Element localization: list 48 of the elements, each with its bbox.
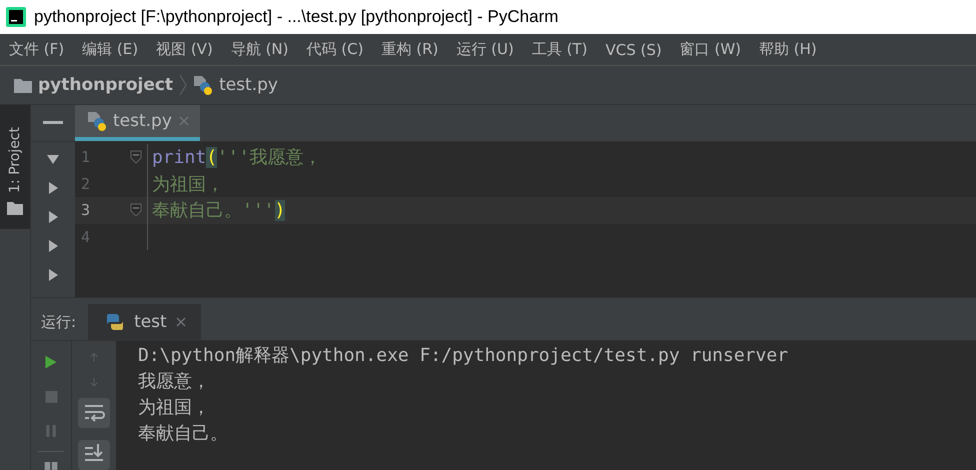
- editor-tab[interactable]: test.py: [75, 105, 200, 141]
- fold-icon[interactable]: [130, 150, 142, 164]
- breadcrumb-item[interactable]: pythonproject: [38, 75, 174, 95]
- menu-item[interactable]: 视图 (V): [156, 40, 213, 59]
- folder-icon: [7, 201, 23, 215]
- menu-item[interactable]: 代码 (C): [306, 40, 364, 59]
- run-tab[interactable]: test: [88, 304, 201, 340]
- line-number: 1: [80, 148, 92, 166]
- menu-item[interactable]: 导航 (N): [230, 40, 288, 59]
- fold-icon[interactable]: [130, 203, 142, 218]
- menu-item[interactable]: 运行 (U): [456, 40, 514, 59]
- tree-arrow-icon[interactable]: [46, 268, 60, 282]
- app-logo-icon: [6, 7, 26, 27]
- collapse-icon[interactable]: [43, 121, 63, 125]
- window-title: pythonproject [F:\pythonproject] - ...\test.py [pythonproject] - PyCharm: [34, 7, 558, 27]
- menu-item[interactable]: 窗口 (W): [680, 40, 742, 59]
- console-line: 为祖国，: [138, 396, 211, 420]
- console-line: 奉献自己。: [138, 422, 229, 446]
- tree-arrow-icon[interactable]: [46, 152, 60, 166]
- menu-item[interactable]: 文件 (F): [9, 40, 64, 59]
- python-file-icon: [193, 75, 214, 95]
- run-icon[interactable]: [43, 355, 59, 370]
- console-line: 我愿意，: [138, 370, 211, 394]
- code-line: 为祖国，: [152, 172, 224, 196]
- menu-item[interactable]: 重构 (R): [381, 40, 438, 59]
- line-number: 4: [80, 228, 92, 246]
- run-label: 运行:: [40, 312, 78, 332]
- line-number: 2: [80, 174, 92, 193]
- chevron-icon: [179, 74, 188, 96]
- line-number: 3: [80, 201, 92, 220]
- code-line: 奉献自己。'''): [152, 199, 286, 222]
- soft-wrap-icon[interactable]: [78, 398, 110, 428]
- python-file-icon: [87, 111, 107, 131]
- folder-icon: [14, 78, 32, 92]
- console-line: D:\python解释器\python.exe F:/pythonproject/test.py runserver: [138, 344, 790, 368]
- tree-arrow-icon[interactable]: [46, 181, 60, 195]
- menu-item[interactable]: VCS (S): [605, 40, 662, 58]
- scroll-to-end-icon[interactable]: [78, 440, 110, 470]
- menu-item[interactable]: 帮助 (H): [759, 40, 817, 59]
- tree-arrow-icon[interactable]: [46, 239, 60, 253]
- tree-arrow-icon[interactable]: [46, 210, 60, 224]
- layout-icon[interactable]: [43, 462, 59, 470]
- menu-item[interactable]: 工具 (T): [532, 40, 588, 59]
- code-line: print('''我愿意，: [152, 146, 322, 170]
- project-tool-tab[interactable]: 1: Project: [0, 105, 30, 229]
- menu-item[interactable]: 编辑 (E): [82, 40, 138, 59]
- breadcrumb-item[interactable]: test.py: [219, 75, 278, 95]
- close-icon[interactable]: [174, 316, 187, 328]
